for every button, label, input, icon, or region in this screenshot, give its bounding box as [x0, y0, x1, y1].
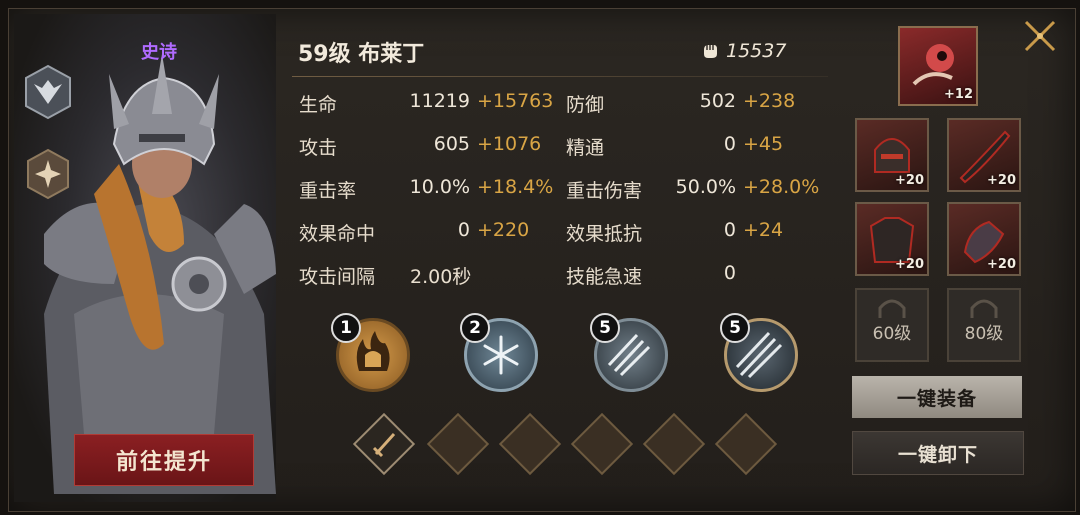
stat-bonus: +45: [743, 133, 784, 155]
stat-value: 0: [723, 262, 736, 284]
equip-level: +20: [987, 257, 1016, 272]
stat-value: 2.00秒: [410, 266, 472, 288]
stat-label: 重击伤害: [566, 180, 643, 202]
equip-level: +20: [987, 173, 1016, 188]
stat-value: 502: [699, 90, 736, 112]
equip-armor-slot[interactable]: +20: [855, 202, 929, 276]
locked-slot-80: 80级: [947, 288, 1021, 362]
equip-level: +20: [895, 257, 924, 272]
stat-bonus: +24: [743, 219, 784, 241]
locked-slot-label: 60级: [872, 324, 912, 344]
lock-icon: [970, 299, 998, 318]
skill-level-badge: 1: [331, 313, 361, 343]
skill-level-badge: 5: [720, 313, 750, 343]
combat-power-value: 15537: [726, 40, 787, 62]
stat-bonus: +1076: [477, 133, 542, 155]
stat-label: 重击率: [299, 180, 357, 202]
locked-slot-60: 60级: [855, 288, 929, 362]
stat-bonus: +15763: [477, 90, 554, 112]
stat-value: 11219: [409, 90, 470, 112]
equip-helmet-slot[interactable]: +20: [855, 118, 929, 192]
unequip-all-button[interactable]: 一键卸下: [852, 431, 1024, 475]
combat-power: 15537: [700, 40, 786, 62]
skill-level-badge: 5: [590, 313, 620, 343]
stat-value: 0: [723, 219, 736, 241]
rarity-label: 史诗: [141, 42, 177, 63]
artifact-slot[interactable]: +12: [898, 26, 978, 106]
upgrade-button[interactable]: 前往提升: [74, 434, 254, 486]
stat-value: 0: [723, 133, 736, 155]
lock-icon: [878, 299, 906, 318]
stat-bonus: +28.0%: [743, 176, 820, 198]
close-icon: [1024, 20, 1056, 52]
hero-name-level: 59级 布莱丁: [298, 42, 425, 67]
stat-label: 防御: [566, 94, 605, 116]
locked-slot-label: 80级: [964, 324, 1004, 344]
fist-power-icon: [704, 45, 717, 58]
skill-level-badge: 2: [460, 313, 490, 343]
stat-label: 攻击: [299, 137, 338, 159]
artifact-level: +12: [944, 87, 973, 102]
stat-label: 技能急速: [566, 266, 643, 288]
faction-badge[interactable]: [24, 64, 72, 120]
close-button[interactable]: [1020, 16, 1060, 56]
equip-level: +20: [895, 173, 924, 188]
stat-label: 精通: [566, 137, 605, 159]
stat-label: 攻击间隔: [299, 266, 376, 288]
equip-all-button[interactable]: 一键装备: [852, 376, 1022, 418]
sword-icon: [372, 432, 396, 458]
faction-emblem-icon: [25, 64, 71, 120]
class-emblem-icon: [27, 148, 69, 200]
stat-value: 605: [433, 133, 470, 155]
stat-label: 生命: [299, 94, 338, 116]
hero-portrait-panel: 史诗 前往提升: [14, 14, 276, 502]
stat-bonus: +238: [743, 90, 796, 112]
stat-value: 10.0%: [409, 176, 470, 198]
stat-bonus: +220: [477, 219, 530, 241]
stat-value: 50.0%: [675, 176, 736, 198]
header-divider: [292, 76, 828, 77]
stat-bonus: +18.4%: [477, 176, 554, 198]
class-badge[interactable]: [24, 146, 72, 202]
stat-label: 效果命中: [299, 223, 376, 245]
stat-label: 效果抵抗: [566, 223, 643, 245]
equip-weapon-slot[interactable]: +20: [947, 118, 1021, 192]
stat-value: 0: [457, 219, 470, 241]
equip-gauntlet-slot[interactable]: +20: [947, 202, 1021, 276]
